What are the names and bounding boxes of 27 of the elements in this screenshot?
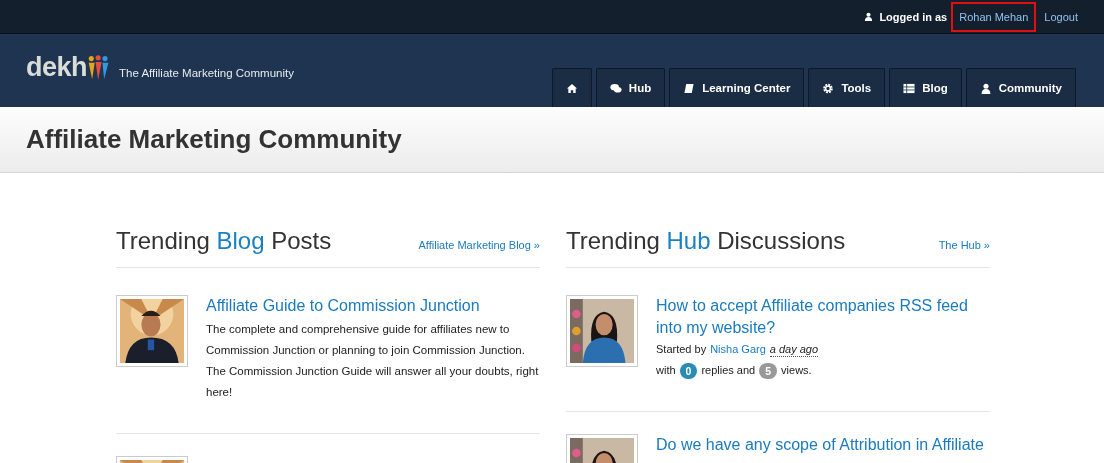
section-link[interactable]: Affiliate Marketing Blog » [418,239,540,251]
logout-link[interactable]: Logout [1044,10,1078,23]
replies-count: 0 [679,362,698,379]
logo[interactable]: dekh [26,52,88,83]
with-label: with [656,363,676,378]
post-title-link[interactable]: Do we have any scope of Attribution in Affiliate [656,434,990,456]
tagline: The Affiliate Marketing Community [119,66,294,79]
section-link[interactable]: The Hub » [938,239,990,251]
post-time: a day ago [769,342,819,357]
post-excerpt: The complete and comprehensive guide for affiliates new to Commission Junction or planning to join Commission Junction. The Commission Junction Guide will answer all your doubts, right here! [206,322,540,400]
nav-button[interactable]: Community [965,68,1076,107]
section-heading: Trending Hub Discussions [566,227,846,255]
views-count: 5 [759,362,778,379]
nav-button[interactable]: Hub [595,68,666,107]
page-title: Affiliate Marketing Community [26,124,402,155]
nav-button[interactable]: Learning Center [669,68,805,107]
author-link[interactable]: Nisha Garg [710,339,766,360]
replies-label: replies and [701,363,756,378]
user-name-link[interactable]: Rohan Mehan [951,1,1037,32]
nav-button[interactable]: Blog [889,68,962,107]
section-heading: Trending Blog Posts [116,227,332,255]
post-title-link[interactable]: Affiliate Guide to Commission Junction [206,295,540,317]
logged-in-label: Logged in as [879,10,948,23]
views-label: views. [781,363,812,378]
nav-button[interactable]: Tools [808,68,886,107]
started-by-label: Started by [656,342,707,357]
post-title-link[interactable]: How to accept Affiliate companies RSS feed into my website? [656,295,990,339]
